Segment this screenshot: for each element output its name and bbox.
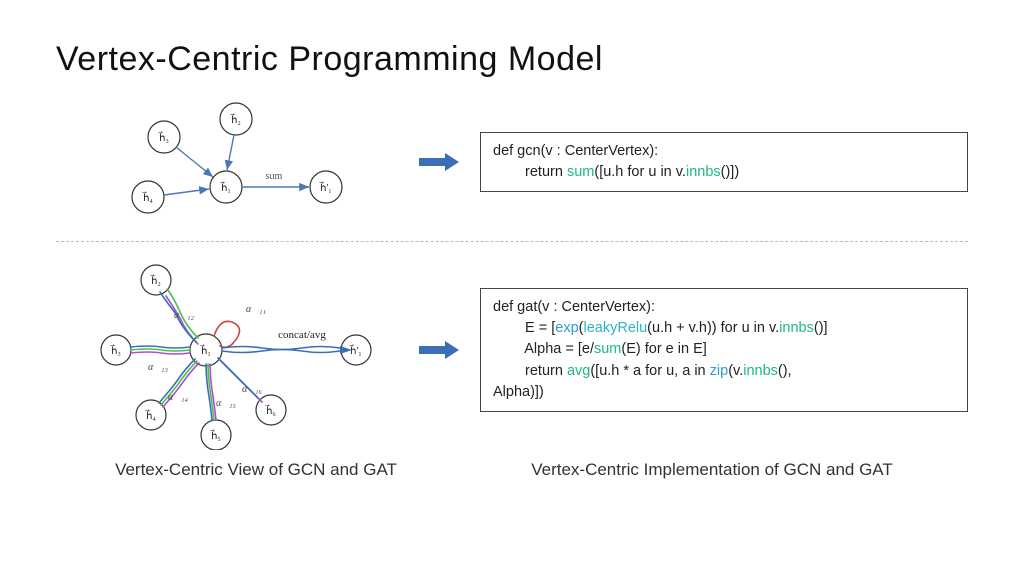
caption-left: Vertex-Centric View of GCN and GAT <box>56 460 456 480</box>
alpha11: α⃗₁₁ <box>246 304 266 315</box>
gat-diagram: h⃗₁ h⃗₂ h⃗₃ h⃗₄ h⃗₅ h⃗₆ h⃗'₁ α⃗₁₁ <box>56 250 396 450</box>
arrow-icon <box>415 150 461 174</box>
gat-code-box: def gat(v : CenterVertex): E = [exp(leak… <box>480 288 968 411</box>
slide-title: Vertex-Centric Programming Model <box>56 40 968 79</box>
gat-row: h⃗₁ h⃗₂ h⃗₃ h⃗₄ h⃗₅ h⃗₆ h⃗'₁ α⃗₁₁ <box>56 250 968 450</box>
gat-center: h⃗₁ <box>200 344 211 357</box>
kw-exp: exp <box>555 320 578 336</box>
kw-leakyrelu: leakyRelu <box>584 320 648 336</box>
captions: Vertex-Centric View of GCN and GAT Verte… <box>56 460 968 480</box>
gat-n3: h⃗₅ <box>210 429 221 442</box>
gcn-code-box: def gcn(v : CenterVertex): return sum([u… <box>480 132 968 192</box>
caption-right: Vertex-Centric Implementation of GCN and… <box>456 460 968 480</box>
kw-avg: avg <box>567 363 590 379</box>
gcn-n1: h⃗₃ <box>158 131 169 144</box>
kw-zip: zip <box>710 363 729 379</box>
kw-sum: sum <box>567 164 594 180</box>
gcn-row: h⃗₁ h⃗'₁ h⃗₃ h⃗₂ h⃗₄ sum <box>56 97 968 227</box>
gat-n2: h⃗₄ <box>145 409 156 422</box>
gat-out: h⃗'₁ <box>349 344 362 357</box>
gcn-center-label: h⃗₁ <box>220 181 231 194</box>
alpha16: α⃗₁₆ <box>242 384 263 395</box>
arrow-icon <box>415 338 461 362</box>
alpha14: α⃗₁₄ <box>168 392 189 403</box>
alpha13: α⃗₁₃ <box>148 362 169 373</box>
gat-n4: h⃗₆ <box>265 404 276 417</box>
kw-innbs: innbs <box>686 164 721 180</box>
gcn-output-label: h⃗'₁ <box>319 181 332 194</box>
gat-n0: h⃗₂ <box>150 274 161 287</box>
alpha15: α⃗₁₅ <box>216 398 237 409</box>
gcn-edge-label: sum <box>266 171 283 182</box>
divider <box>56 241 968 242</box>
alpha12: α⃗₁₂ <box>174 310 195 321</box>
gcn-n2: h⃗₂ <box>230 113 241 126</box>
gat-n1: h⃗₃ <box>110 344 121 357</box>
gcn-diagram: h⃗₁ h⃗'₁ h⃗₃ h⃗₂ h⃗₄ sum <box>56 97 396 227</box>
gcn-l1: def gcn(v : CenterVertex): <box>493 143 658 159</box>
concat-label: concat/avg <box>278 329 326 341</box>
gcn-n3: h⃗₄ <box>142 191 153 204</box>
